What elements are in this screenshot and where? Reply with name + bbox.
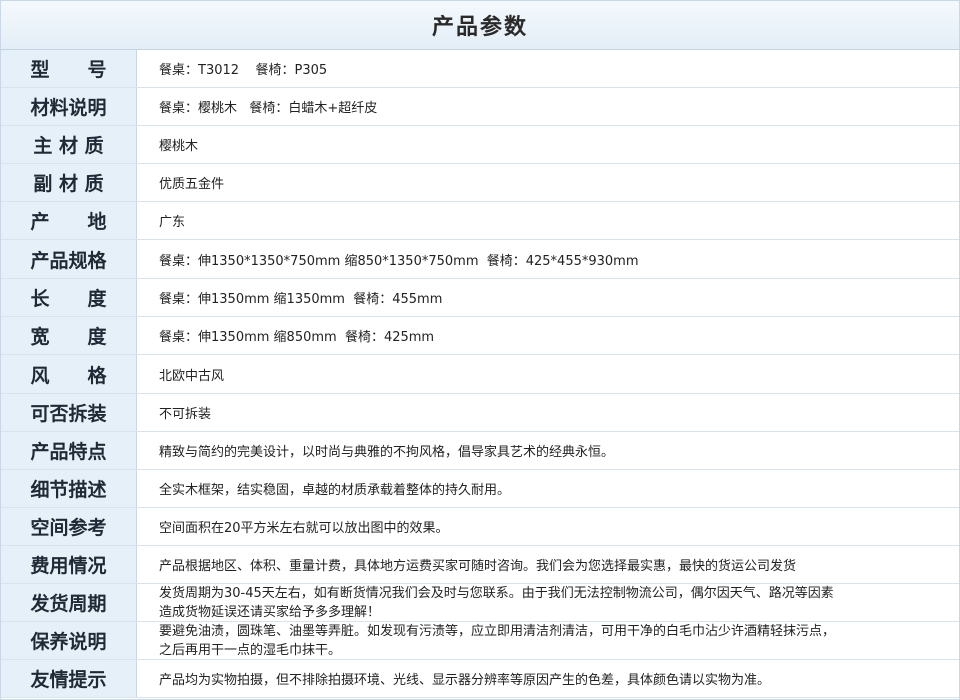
spec-value: 餐桌：伸1350mm 缩1350mm 餐椅：455mm	[137, 279, 959, 316]
spec-value: 空间面积在20平方米左右就可以放出图中的效果。	[137, 508, 959, 545]
spec-row: 长 度 餐桌：伸1350mm 缩1350mm 餐椅：455mm	[1, 279, 959, 317]
spec-value: 不可拆装	[137, 394, 959, 431]
spec-row: 发货周期 发货周期为30-45天左右，如有断货情况我们会及时与您联系。由于我们无法…	[1, 584, 959, 622]
spec-value: 要避免油渍，圆珠笔、油墨等弄脏。如发现有污渍等，应立即用清洁剂清洁，可用干净的白…	[137, 622, 959, 659]
spec-value-text: 樱桃木	[159, 139, 199, 154]
spec-label: 友情提示	[1, 660, 137, 697]
spec-label: 细节描述	[1, 470, 137, 507]
spec-label: 保养说明	[1, 622, 137, 659]
spec-value-text: 餐桌：T3012 餐椅：P305	[159, 63, 328, 78]
spec-label: 型 号	[1, 50, 137, 87]
spec-label: 宽 度	[1, 317, 137, 354]
spec-value: 北欧中古风	[137, 355, 959, 393]
spec-value-text: 空间面积在20平方米左右就可以放出图中的效果。	[159, 521, 449, 536]
table-title: 产品参数	[1, 1, 959, 50]
spec-row: 风 格 北欧中古风	[1, 355, 959, 394]
product-spec-table: 产品参数 型 号 餐桌：T3012 餐椅：P305 材料说明 餐桌：樱桃木 餐椅：白蜡…	[0, 0, 960, 700]
spec-value: 产品根据地区、体积、重量计费，具体地方运费买家可随时咨询。我们会为您选择最实惠，…	[137, 546, 959, 583]
spec-label: 可否拆装	[1, 394, 137, 431]
spec-row: 友情提示 产品均为实物拍摄，但不排除拍摄环境、光线、显示器分辨率等原因产生的色差，…	[1, 660, 959, 698]
spec-row: 可否拆装 不可拆装	[1, 394, 959, 432]
spec-row: 主 材 质 樱桃木	[1, 126, 959, 164]
spec-value: 全实木框架，结实稳固，卓越的材质承载着整体的持久耐用。	[137, 470, 959, 507]
spec-label: 材料说明	[1, 88, 137, 125]
spec-value-text: 产品根据地区、体积、重量计费，具体地方运费买家可随时咨询。我们会为您选择最实惠，…	[159, 559, 797, 574]
spec-value-text: 餐桌：伸1350*1350*750mm 缩850*1350*750mm 餐椅：4…	[159, 253, 639, 269]
spec-value: 餐桌：伸1350mm 缩850mm 餐椅：425mm	[137, 317, 959, 354]
spec-row: 保养说明 要避免油渍，圆珠笔、油墨等弄脏。如发现有污渍等，应立即用清洁剂清洁，可用…	[1, 622, 959, 660]
spec-row: 细节描述 全实木框架，结实稳固，卓越的材质承载着整体的持久耐用。	[1, 470, 959, 508]
spec-label: 副 材 质	[1, 164, 137, 201]
spec-row: 空间参考 空间面积在20平方米左右就可以放出图中的效果。	[1, 508, 959, 546]
spec-label: 产品规格	[1, 240, 137, 278]
spec-label: 发货周期	[1, 584, 137, 621]
spec-row: 型 号 餐桌：T3012 餐椅：P305	[1, 50, 959, 88]
spec-rows: 型 号 餐桌：T3012 餐椅：P305 材料说明 餐桌：樱桃木 餐椅：白蜡木+超纤皮…	[1, 50, 959, 699]
spec-row: 产品特点 精致与简约的完美设计，以时尚与典雅的不拘风格，倡导家具艺术的经典永恒。	[1, 432, 959, 470]
spec-label: 风 格	[1, 355, 137, 393]
spec-row: 费用情况 产品根据地区、体积、重量计费，具体地方运费买家可随时咨询。我们会为您选择…	[1, 546, 959, 584]
spec-value: 樱桃木	[137, 126, 959, 163]
spec-row: 产品规格 餐桌：伸1350*1350*750mm 缩850*1350*750mm …	[1, 240, 959, 279]
spec-value-text: 广东	[159, 215, 186, 230]
spec-row: 材料说明 餐桌：樱桃木 餐椅：白蜡木+超纤皮	[1, 88, 959, 126]
spec-value-text: 不可拆装	[159, 407, 212, 422]
spec-row: 宽 度 餐桌：伸1350mm 缩850mm 餐椅：425mm	[1, 317, 959, 355]
spec-label: 空间参考	[1, 508, 137, 545]
spec-value-text: 发货周期为30-45天左右，如有断货情况我们会及时与您联系。由于我们无法控制物流…	[159, 585, 834, 620]
spec-label: 主 材 质	[1, 126, 137, 163]
spec-value-text: 优质五金件	[159, 177, 225, 192]
spec-value: 餐桌：樱桃木 餐椅：白蜡木+超纤皮	[137, 88, 959, 125]
spec-value-text: 全实木框架，结实稳固，卓越的材质承载着整体的持久耐用。	[159, 483, 511, 498]
spec-label: 产 地	[1, 202, 137, 239]
spec-label: 费用情况	[1, 546, 137, 583]
spec-value-text: 要避免油渍，圆珠笔、油墨等弄脏。如发现有污渍等，应立即用清洁剂清洁，可用干净的白…	[159, 623, 836, 658]
spec-value: 发货周期为30-45天左右，如有断货情况我们会及时与您联系。由于我们无法控制物流…	[137, 584, 959, 621]
spec-value: 餐桌：T3012 餐椅：P305	[137, 50, 959, 87]
spec-value-text: 产品均为实物拍摄，但不排除拍摄环境、光线、显示器分辨率等原因产生的色差，具体颜色…	[159, 673, 771, 688]
spec-value: 广东	[137, 202, 959, 239]
spec-value: 餐桌：伸1350*1350*750mm 缩850*1350*750mm 餐椅：4…	[137, 240, 959, 278]
spec-value: 精致与简约的完美设计，以时尚与典雅的不拘风格，倡导家具艺术的经典永恒。	[137, 432, 959, 469]
spec-row: 副 材 质 优质五金件	[1, 164, 959, 202]
spec-value: 优质五金件	[137, 164, 959, 201]
spec-label: 长 度	[1, 279, 137, 316]
spec-value-text: 餐桌：樱桃木 餐椅：白蜡木+超纤皮	[159, 101, 378, 116]
spec-value-text: 餐桌：伸1350mm 缩850mm 餐椅：425mm	[159, 330, 435, 345]
spec-label: 产品特点	[1, 432, 137, 469]
spec-value-text: 餐桌：伸1350mm 缩1350mm 餐椅：455mm	[159, 292, 443, 307]
spec-value: 产品均为实物拍摄，但不排除拍摄环境、光线、显示器分辨率等原因产生的色差，具体颜色…	[137, 660, 959, 697]
spec-value-text: 北欧中古风	[159, 368, 225, 384]
spec-row: 产 地 广东	[1, 202, 959, 240]
spec-value-text: 精致与简约的完美设计，以时尚与典雅的不拘风格，倡导家具艺术的经典永恒。	[159, 445, 615, 460]
